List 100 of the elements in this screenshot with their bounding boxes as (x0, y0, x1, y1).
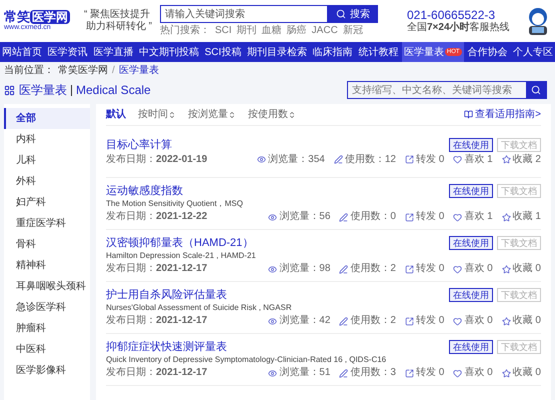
scale-title[interactable]: 抑郁症症状快速测评量表 (106, 340, 227, 354)
use-online-button[interactable]: 在线使用 (449, 138, 493, 152)
hot-search-link[interactable]: JACC (312, 25, 338, 37)
guide-link[interactable]: 查看适用指南> (464, 107, 541, 122)
hot-search-link[interactable]: 新冠 (342, 25, 363, 37)
share-icon (404, 264, 414, 274)
heart-icon (453, 316, 462, 326)
star-icon (502, 212, 511, 222)
eye-icon (268, 264, 278, 274)
sidebar-item[interactable]: 外科 (4, 171, 90, 192)
eye-icon (268, 368, 278, 378)
hot-search-label: 热门搜索： (160, 25, 210, 37)
stat-text: 转发 0 (416, 211, 444, 223)
publish-date: 发布日期：2021-12-17 (106, 367, 208, 379)
stat-text: 喜欢 0 (464, 263, 493, 275)
stat-text: 使用数：0 (350, 211, 396, 223)
share-icon (404, 316, 414, 326)
sort-tab[interactable]: 按使用数 (248, 107, 296, 122)
scale-title[interactable]: 运动敏感度指数 (106, 184, 183, 198)
search-button[interactable] (526, 82, 546, 98)
sidebar-item[interactable]: 全部 (4, 108, 90, 129)
share-icon (404, 155, 414, 164)
breadcrumb-label: 当前位置： (4, 64, 54, 78)
breadcrumb-link[interactable]: 医学量表 (118, 62, 159, 78)
stat-text: 浏览量：56 (279, 211, 330, 223)
nav-tab[interactable]: 医学直播 (91, 42, 136, 62)
sidebar-item[interactable]: 中医科 (4, 339, 90, 360)
sort-icon (288, 110, 296, 118)
use-online-button[interactable]: 在线使用 (449, 236, 493, 250)
sidebar-item[interactable]: 骨科 (4, 234, 90, 255)
search-field[interactable]: 请输入关键词搜索 (160, 5, 328, 23)
eye-icon (268, 212, 278, 222)
sort-tab[interactable]: 默认 (106, 107, 126, 122)
sidebar-item[interactable]: 医学影像科 (4, 360, 90, 381)
nav-tab[interactable]: 临床指南 (310, 42, 355, 62)
search-button[interactable]: 搜索 (328, 5, 378, 23)
nav-tab[interactable]: 医学资讯 (46, 42, 90, 62)
stat-text: 收藏 0 (512, 315, 541, 327)
hot-search-link[interactable]: 期刊 (236, 25, 257, 37)
breadcrumb-link[interactable]: 常笑医学网 (58, 62, 108, 78)
scale-title[interactable]: 目标心率计算 (106, 138, 172, 152)
logo-text: 常笑 (4, 10, 30, 24)
sort-tab[interactable]: 按浏览量 (188, 107, 236, 122)
scale-title[interactable]: 护士用自杀风险评估量表 (106, 288, 227, 302)
hot-search-link[interactable]: SCI (215, 25, 232, 37)
sidebar-item[interactable]: 耳鼻咽喉头颈科 (4, 276, 90, 297)
scale-title[interactable]: 汉密顿抑郁量表（HAMD-21） (106, 236, 254, 250)
page-title: 医学量表 (19, 82, 67, 99)
nav-tab[interactable]: 中文期刊投稿 (136, 42, 201, 62)
share-icon (404, 212, 414, 222)
nav-tab[interactable]: 网站首页 (0, 42, 44, 62)
stat-text: 浏览量：98 (279, 263, 330, 275)
sidebar-item[interactable]: 内科 (4, 129, 90, 150)
stat-text: 浏览量：51 (279, 367, 330, 379)
scale-subtitle: Quick Inventory of Depressive Symptomatology-Clinician-Rated 16 , QIDS-C16 (106, 354, 388, 365)
sort-tab[interactable]: 按时间 (138, 107, 176, 122)
use-online-button[interactable]: 在线使用 (449, 184, 493, 198)
stat-text: 收藏 1 (512, 211, 541, 223)
scale-search-field[interactable]: 支持缩写、中文名称、关键词等搜索 (347, 81, 547, 99)
search-icon (531, 85, 541, 95)
sidebar-item[interactable]: 精神科 (4, 255, 90, 276)
slogan-text: 助力科研转化 ” (84, 21, 152, 33)
publish-date: 发布日期：2021-12-22 (106, 211, 208, 223)
eye-icon (257, 155, 266, 164)
star-icon (502, 316, 511, 326)
publish-date: 发布日期：2022-01-19 (106, 154, 208, 166)
heart-icon (453, 155, 462, 164)
hot-search-link[interactable]: 肠癌 (286, 25, 307, 37)
stat-text: 收藏 0 (512, 367, 541, 379)
hot-search-link[interactable]: 血糖 (262, 25, 282, 37)
sidebar-item[interactable]: 急诊医学科 (4, 297, 90, 318)
sidebar-item[interactable]: 重症医学科 (4, 213, 90, 234)
sidebar-item[interactable]: 肿瘤科 (4, 318, 90, 339)
scale-subtitle: Hamilton Depression Scale-21 , HAMD-21 (106, 250, 257, 261)
stat-text: 使用数：3 (350, 367, 396, 379)
use-online-button[interactable]: 在线使用 (449, 288, 493, 302)
stat-text: 浏览量：354 (268, 154, 325, 166)
sort-icon (168, 110, 176, 118)
nav-tab[interactable]: 个人专区 (510, 42, 555, 62)
publish-date: 发布日期：2021-12-17 (106, 263, 208, 275)
stat-text: 转发 0 (416, 154, 444, 166)
publish-date: 发布日期：2021-12-17 (106, 315, 208, 327)
sort-icon (228, 110, 236, 118)
logo-badge: 医学网 (30, 10, 70, 24)
nav-tab[interactable]: 期刊目录检索 (244, 42, 309, 62)
sidebar-item[interactable]: 妇产科 (4, 192, 90, 213)
stat-text: 收藏 0 (512, 263, 541, 275)
stat-text: 转发 0 (416, 367, 444, 379)
pen-icon (339, 212, 348, 222)
pen-icon (334, 155, 343, 164)
sidebar-item[interactable]: 儿科 (4, 150, 90, 171)
nav-tab[interactable]: 合作协会 (465, 42, 510, 62)
stat-text: 喜欢 0 (464, 315, 493, 327)
share-icon (404, 368, 414, 378)
nav-tab[interactable]: 统计教程 (356, 42, 400, 62)
nav-tab[interactable]: SCI投稿 (202, 42, 244, 62)
slogan-text: “ 聚焦医技提升 (84, 9, 152, 20)
stat-text: 转发 0 (416, 263, 444, 275)
use-online-button[interactable]: 在线使用 (449, 340, 493, 354)
star-icon (502, 155, 511, 164)
